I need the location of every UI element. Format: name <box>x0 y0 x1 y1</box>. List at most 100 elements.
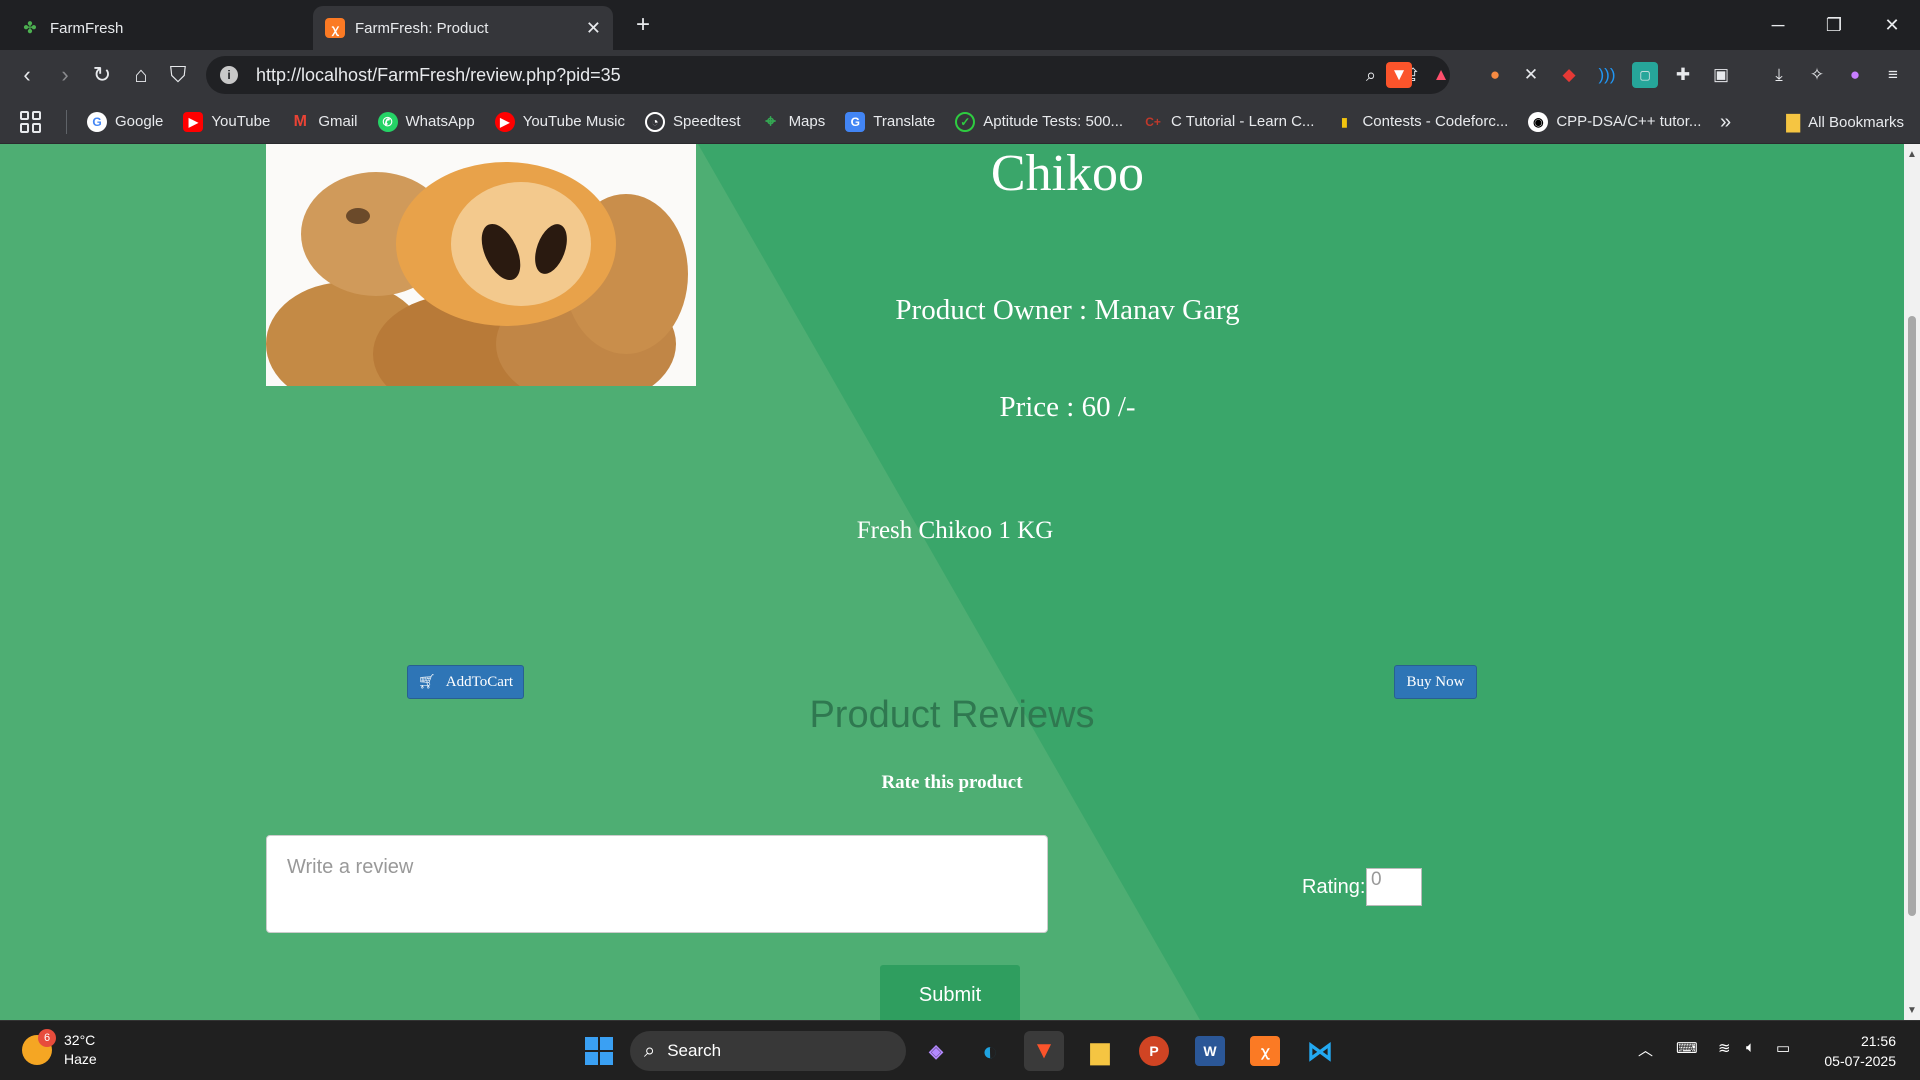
copilot-icon[interactable]: ◈ <box>916 1031 956 1071</box>
page-scrollbar[interactable]: ▲ ▼ <box>1904 144 1920 1020</box>
temperature: 32°C <box>64 1032 96 1048</box>
system-clock[interactable]: 21:56 05-07-2025 <box>1824 1031 1896 1071</box>
forward-button[interactable]: › <box>50 60 80 90</box>
bookmark-speedtest[interactable]: ◔ Speedtest <box>645 111 741 132</box>
menu-icon[interactable]: ≡ <box>1880 62 1906 88</box>
extensions-puzzle-icon[interactable]: ✚ <box>1670 62 1696 88</box>
close-window-button[interactable]: ✕ <box>1864 0 1920 50</box>
bookmark-icon[interactable]: ⛉ <box>163 60 193 90</box>
tab-farmfresh-product[interactable]: ꭓ FarmFresh: Product ✕ <box>313 6 613 50</box>
bookmark-youtube-music[interactable]: ▶ YouTube Music <box>494 111 625 132</box>
bookmark-google[interactable]: G Google <box>87 111 163 132</box>
new-tab-button[interactable]: + <box>628 10 658 40</box>
bookmark-youtube[interactable]: ▶ YouTube <box>183 111 270 132</box>
cart-icon: 🛒︎ <box>417 674 436 690</box>
address-bar[interactable]: i http://localhost/FarmFresh/review.php?… <box>206 56 1450 94</box>
youtube-music-icon: ▶ <box>494 111 515 132</box>
review-textarea[interactable]: Write a review <box>266 835 1048 933</box>
battery-icon[interactable]: ▭ <box>1776 1039 1790 1057</box>
check-circle-icon: ✓ <box>955 111 976 132</box>
scroll-up-icon[interactable]: ▲ <box>1904 146 1920 162</box>
bookmark-maps[interactable]: ⌖ Maps <box>761 111 825 132</box>
zoom-icon[interactable]: ⌕ <box>1356 56 1386 94</box>
brave-rewards-icon[interactable]: ▲ <box>1428 62 1454 88</box>
minimize-button[interactable]: ─ <box>1750 0 1806 50</box>
xampp-taskbar-icon[interactable]: ꭓ <box>1245 1031 1285 1071</box>
reader-mode-icon[interactable]: ▣ <box>1708 62 1734 88</box>
file-explorer-icon[interactable]: ▆ <box>1080 1031 1120 1071</box>
home-icon[interactable]: ⌂ <box>126 60 156 90</box>
browser-toolbar: ‹ › ↻ ⌂ ⛉ i http://localhost/FarmFresh/r… <box>0 50 1920 100</box>
product-title: Chikoo <box>990 145 1145 202</box>
reviews-heading: Product Reviews <box>809 694 1095 736</box>
edge-icon[interactable]: ◐ <box>970 1031 1010 1071</box>
extension-icon[interactable]: ● <box>1482 62 1508 88</box>
powerpoint-icon[interactable]: P <box>1134 1031 1174 1071</box>
product-owner: Product Owner : Manav Garg <box>895 294 1240 326</box>
clover-icon: ✤ <box>23 20 37 37</box>
site-info-icon[interactable]: i <box>220 66 238 84</box>
tab-strip: ✤ FarmFresh ꭓ FarmFresh: Product ✕ + ─ ❐… <box>0 0 1920 50</box>
tab-farmfresh[interactable]: ✤ FarmFresh <box>8 6 308 50</box>
weather-badge: 6 <box>38 1029 56 1047</box>
profile-avatar-icon[interactable]: ● <box>1842 62 1868 88</box>
page-viewport: Chikoo Product Owner : Manav Garg Price … <box>0 144 1904 1020</box>
tab-title: FarmFresh: Product <box>355 19 489 37</box>
weather-condition: Haze <box>64 1051 97 1067</box>
url-text[interactable]: http://localhost/FarmFresh/review.php?pi… <box>256 65 621 86</box>
extension-red-icon[interactable]: ◆ <box>1556 62 1582 88</box>
bookmark-github[interactable]: ◉ CPP-DSA/C++ tutor... <box>1528 111 1701 132</box>
x-extension-icon[interactable]: ✕ <box>1518 62 1544 88</box>
restore-button[interactable]: ❐ <box>1806 0 1862 50</box>
bookmark-translate[interactable]: G Translate <box>845 111 935 132</box>
leo-ai-icon[interactable]: ✧ <box>1804 62 1830 88</box>
cpp-icon: C+ <box>1145 114 1161 129</box>
bookmark-aptitude[interactable]: ✓ Aptitude Tests: 500... <box>955 111 1123 132</box>
brave-browser-icon[interactable]: ▼ <box>1024 1031 1064 1071</box>
weather-widget[interactable]: 6 32°C Haze <box>22 1029 97 1069</box>
close-tab-icon[interactable]: ✕ <box>586 18 601 39</box>
taskbar-search[interactable]: ⌕ Search <box>630 1031 906 1071</box>
windows-start-icon[interactable] <box>579 1031 619 1071</box>
brave-shields-icon[interactable]: ▼ <box>1386 62 1412 88</box>
extension-wave-icon[interactable]: ))) <box>1594 62 1620 88</box>
bookmark-codeforces[interactable]: ▮ Contests - Codeforc... <box>1334 112 1508 132</box>
product-description: Fresh Chikoo 1 KG <box>856 517 1054 544</box>
rating-input[interactable]: 0 <box>1366 868 1422 906</box>
chevron-up-icon[interactable]: ︿ <box>1638 1039 1653 1060</box>
youtube-icon: ▶ <box>183 111 204 132</box>
vscode-icon[interactable]: ⋈ <box>1300 1031 1340 1071</box>
keyboard-icon[interactable]: ⌨ <box>1676 1039 1698 1057</box>
download-icon[interactable]: ⤓ <box>1766 62 1792 88</box>
bookmark-separator <box>66 109 67 134</box>
bookmark-whatsapp[interactable]: ✆ WhatsApp <box>377 111 475 132</box>
rate-product-label: Rate this product <box>881 772 1023 793</box>
folder-icon: ▇ <box>1786 111 1801 132</box>
bookmark-c-tutorial[interactable]: C+ C Tutorial - Learn C... <box>1143 112 1314 132</box>
bookmark-gmail[interactable]: M Gmail <box>290 112 358 132</box>
scroll-thumb[interactable] <box>1908 316 1916 916</box>
apps-icon[interactable] <box>20 110 42 133</box>
reload-icon[interactable]: ↻ <box>87 60 117 90</box>
extension-teal-icon[interactable]: ▢ <box>1632 62 1658 88</box>
gmail-icon: M <box>293 112 307 130</box>
all-bookmarks-button[interactable]: ▇ All Bookmarks <box>1786 100 1904 144</box>
whatsapp-icon: ✆ <box>377 111 398 132</box>
translate-icon: G <box>845 111 866 132</box>
google-icon: G <box>87 111 107 132</box>
more-bookmarks-icon[interactable]: » <box>1720 100 1731 144</box>
haze-sun-icon: 6 <box>22 1029 56 1065</box>
clock-date: 05-07-2025 <box>1824 1053 1896 1069</box>
bookmarks-bar: G Google ▶ YouTube M Gmail ✆ WhatsApp ▶ YouTu… <box>0 100 1920 144</box>
volume-icon[interactable]: 🔈︎ <box>1746 1039 1755 1056</box>
word-icon[interactable]: W <box>1190 1031 1230 1071</box>
back-button[interactable]: ‹ <box>12 60 42 90</box>
product-price: Price : 60 /- <box>999 391 1136 423</box>
github-icon: ◉ <box>1528 111 1549 132</box>
windows-taskbar: 6 32°C Haze ⌕ Search ◈ ◐ ▼ ▆ P W ꭓ ⋈ ︿ ⌨… <box>0 1020 1920 1080</box>
submit-button[interactable]: Submit <box>880 965 1020 1020</box>
scroll-down-icon[interactable]: ▼ <box>1904 1002 1920 1018</box>
rating-label: Rating: <box>1302 876 1366 898</box>
wifi-icon[interactable]: ≋ <box>1718 1039 1731 1057</box>
maps-icon: ⌖ <box>765 111 776 131</box>
